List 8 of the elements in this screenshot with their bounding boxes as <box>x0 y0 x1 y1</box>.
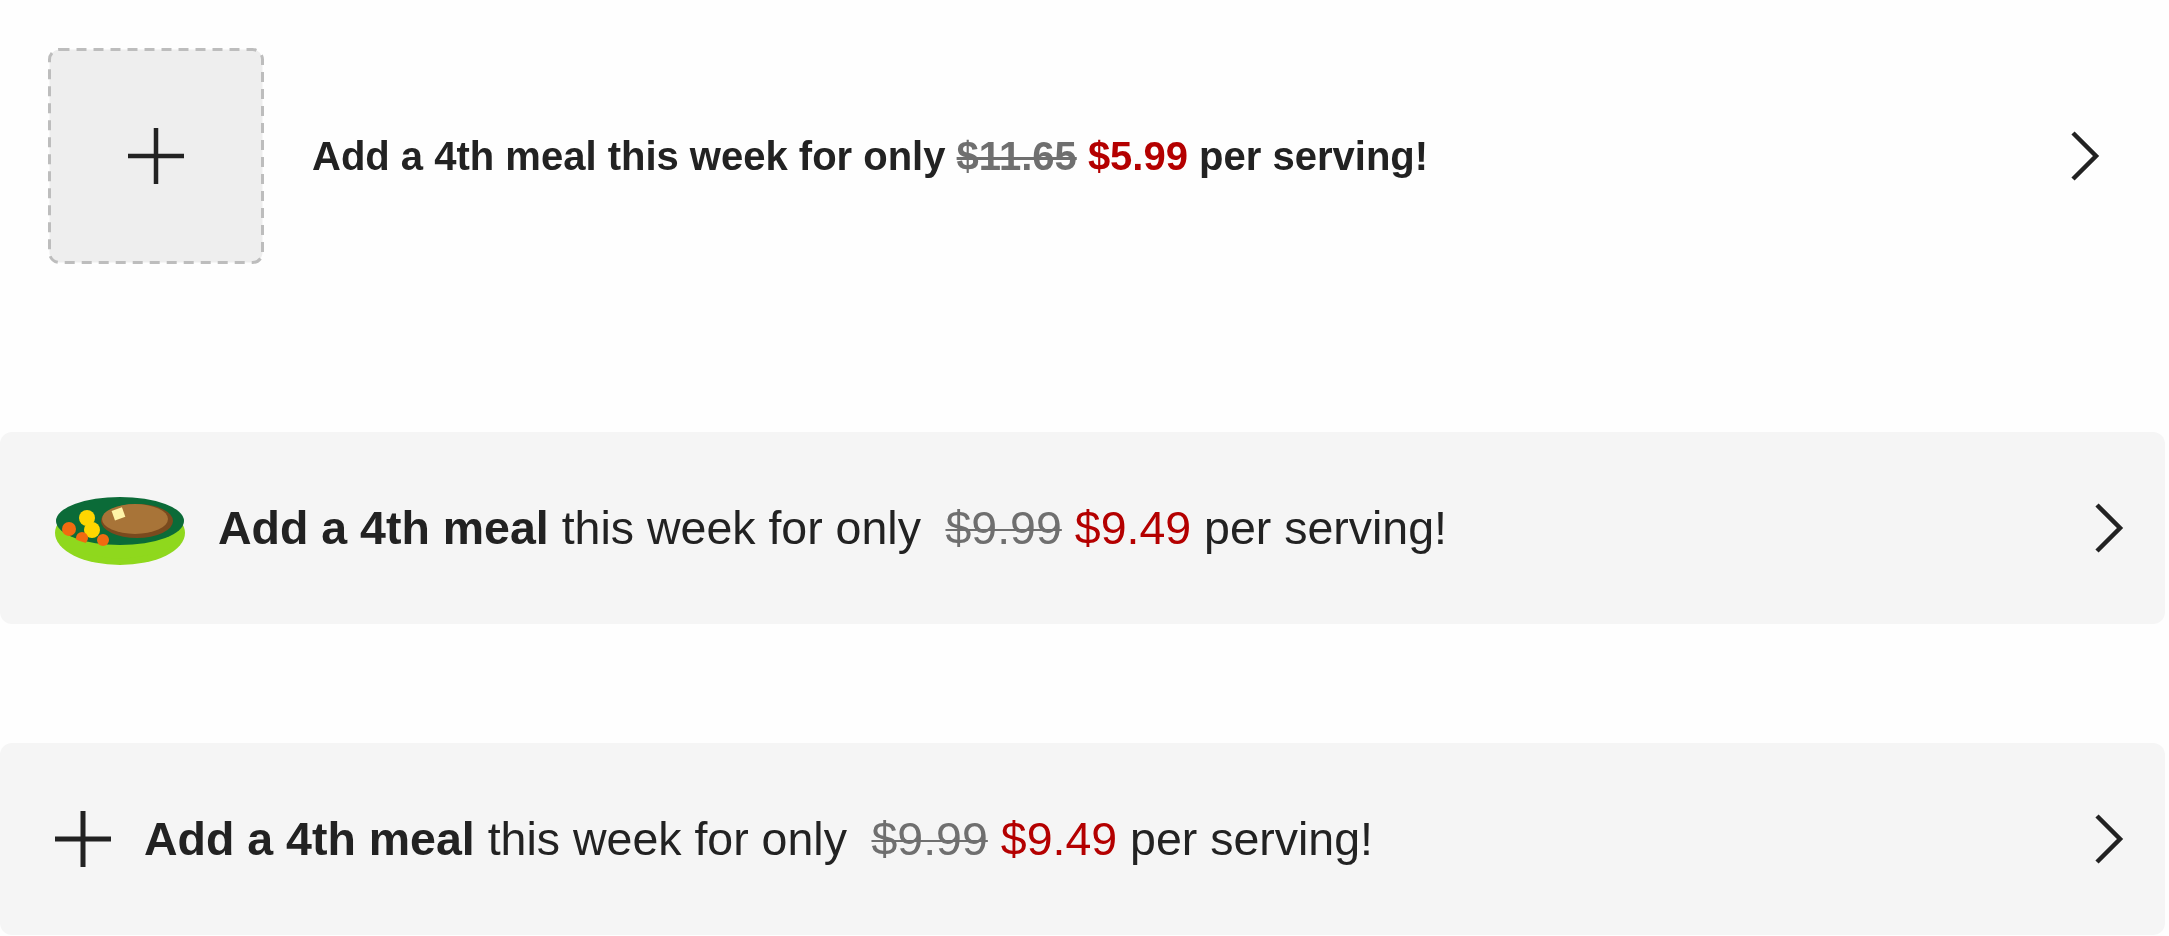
chevron-right-icon <box>2094 814 2124 864</box>
plus-icon <box>55 811 111 867</box>
chevron-right-icon <box>2094 503 2124 553</box>
plus-tile-icon <box>48 48 264 264</box>
add-meal-row[interactable]: Add a 4th meal this week for only $11.65 $5.99 per serving! <box>0 48 2165 264</box>
add-meal-card[interactable]: Add a 4th meal this week for only $9.99 $9.49 per serving! <box>0 743 2165 935</box>
add-meal-card[interactable]: Add a 4th meal this week for only $9.99 $9.49 per serving! <box>0 432 2165 624</box>
chevron-right-icon <box>2070 131 2100 181</box>
